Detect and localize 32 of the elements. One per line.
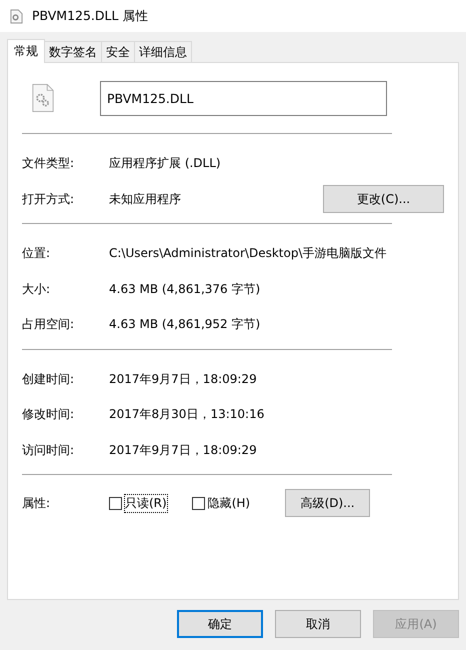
field-label: 属性: xyxy=(22,494,52,512)
dialog-button[interactable]: 取消 xyxy=(275,610,361,638)
field-label: 占用空间: xyxy=(22,316,76,334)
field-label: 打开方式: xyxy=(22,190,76,208)
window-title: PBVM125.DLL 属性 xyxy=(32,8,148,24)
field-label: 大小: xyxy=(22,280,52,298)
field-label: 修改时间: xyxy=(22,406,76,424)
tab[interactable]: 详细信息 xyxy=(134,41,192,62)
file-name-field[interactable]: PBVM125.DLL xyxy=(100,80,387,116)
field-value: 2017年8月30日，13:10:16 xyxy=(109,406,266,424)
field-label: 文件类型: xyxy=(22,155,76,172)
file-icon xyxy=(10,8,23,24)
field-value: 应用程序扩展 (.DLL) xyxy=(109,155,222,172)
field-value: C:\Users\Administrator\Desktop\手游电脑版文件 xyxy=(109,245,388,262)
field-value: 未知应用程序 xyxy=(109,190,182,208)
field-label: 创建时间: xyxy=(22,370,76,388)
field-label: 位置: xyxy=(22,245,52,262)
checkbox-label[interactable]: 隐藏(H) xyxy=(206,494,252,512)
field-value: 2017年9月7日，18:09:29 xyxy=(109,442,258,459)
checkbox[interactable] xyxy=(192,496,205,510)
field-value: 4.63 MB (4,861,376 字节) xyxy=(109,280,262,298)
advanced-button[interactable]: 高级(D)... xyxy=(285,489,370,517)
field-label: 访问时间: xyxy=(22,442,76,459)
dialog-button[interactable]: 确定 xyxy=(177,610,263,638)
gear-file-icon xyxy=(32,83,54,113)
field-value: 2017年9月7日，18:09:29 xyxy=(109,370,258,388)
dialog-button: 应用(A) xyxy=(373,610,459,638)
checkbox-label[interactable]: 只读(R) xyxy=(124,494,168,512)
tab[interactable]: 常规 xyxy=(7,39,45,63)
checkbox[interactable] xyxy=(109,496,122,510)
change-button[interactable]: 更改(C)... xyxy=(323,185,444,214)
field-value: 4.63 MB (4,861,952 字节) xyxy=(109,316,262,334)
